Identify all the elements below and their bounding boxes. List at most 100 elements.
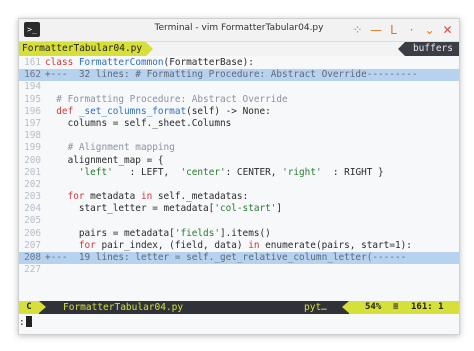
code-token: in xyxy=(140,191,158,203)
cursor xyxy=(25,316,32,327)
line-number: 198 xyxy=(24,130,41,142)
line-code: start_letter = metadata['col-start'] xyxy=(45,203,282,215)
code-token: for xyxy=(45,239,102,251)
code-line[interactable]: 202 xyxy=(19,179,459,191)
code-token: (FormatterBase): xyxy=(163,57,254,68)
window-controls: ⁘ — L · ⌄ ✕ xyxy=(352,21,453,39)
line-code: for pair_index, (field, data) in enumera… xyxy=(45,240,412,252)
line-code: columns = self._sheet.Columns xyxy=(45,117,232,130)
vim-tabline: FormatterTabular04.py buffers xyxy=(19,42,459,56)
code-token: ].items() xyxy=(219,227,271,239)
code-line[interactable]: 200 alignment_map = { xyxy=(19,155,459,167)
code-token: pairs = metadata[ xyxy=(45,227,175,239)
code-line[interactable]: 204 start_letter = metadata['col-start'] xyxy=(19,203,459,215)
code-line[interactable]: 199 # Alignment mapping xyxy=(19,142,459,154)
code-token: pair_index, (field, data) xyxy=(101,239,249,251)
code-token: metadata xyxy=(90,191,141,203)
terminal-window: >_ Terminal - vim FormatterTabular04.py … xyxy=(18,18,460,335)
code-line[interactable]: 195 # Formatting Procedure: Abstract Ove… xyxy=(19,94,459,106)
minimize-icon[interactable]: — xyxy=(370,21,382,39)
code-token: _set_columns_format xyxy=(78,105,187,117)
line-code: alignment_map = { xyxy=(45,155,164,167)
code-token: 'left' xyxy=(78,166,113,178)
status-cursor-position: 161: 1 xyxy=(411,302,444,312)
code-line[interactable]: 206 pairs = metadata['fields'].items() xyxy=(19,228,459,240)
maximize-icon[interactable]: L xyxy=(388,21,399,39)
line-number: 227 xyxy=(24,264,41,276)
line-code: +--- 32 lines: # Formatting Procedure: A… xyxy=(45,69,418,81)
code-token: (self) -> None: xyxy=(186,105,271,117)
mode-indicator: C xyxy=(19,301,46,314)
code-line[interactable]: 194 xyxy=(19,81,459,93)
code-line[interactable]: 207 for pair_index, (field, data) in enu… xyxy=(19,240,459,252)
line-number: 203 xyxy=(24,191,41,203)
code-line[interactable]: 205 xyxy=(19,215,459,227)
line-code: class FormatterCommon(FormatterBase): xyxy=(45,57,254,69)
line-code: +--- 19 lines: letter = self._get_relati… xyxy=(45,252,406,264)
code-token: 'fields' xyxy=(174,227,220,239)
command-text: : xyxy=(19,317,25,328)
code-token: : CENTER, xyxy=(225,166,283,178)
line-number: 202 xyxy=(24,178,41,190)
code-line[interactable]: 196 def _set_columns_format(self) -> Non… xyxy=(19,106,459,118)
line-number: 195 xyxy=(24,93,41,105)
code-line[interactable]: 197 columns = self._sheet.Columns xyxy=(19,118,459,130)
folded-line[interactable]: 208 +--- 19 lines: letter = self._get_rel… xyxy=(19,252,459,265)
line-code: pairs = metadata['fields'].items() xyxy=(45,228,271,240)
code-line[interactable]: 161 class FormatterCommon(FormatterBase): xyxy=(19,57,459,69)
code-token: columns = self._sheet.Columns xyxy=(45,117,232,129)
code-token: in xyxy=(248,239,266,251)
code-token: class xyxy=(45,57,79,68)
line-number: 206 xyxy=(24,227,41,239)
line-code: # Formatting Procedure: Abstract Overrid… xyxy=(45,93,288,106)
code-line[interactable]: 203 for metadata in self._metadatas: xyxy=(19,191,459,203)
line-number: 162 xyxy=(24,69,41,81)
line-number: 207 xyxy=(24,239,41,251)
line-number: 199 xyxy=(24,142,41,154)
code-token: ] xyxy=(276,203,283,215)
line-number: 208 xyxy=(24,252,41,263)
shade-icon[interactable]: · xyxy=(406,21,417,39)
code-editor[interactable]: 161 class FormatterCommon(FormatterBase):… xyxy=(19,57,459,276)
code-token: 'center' xyxy=(180,166,226,178)
code-token: 'col-start' xyxy=(214,203,277,215)
code-token: : RIGHT } xyxy=(321,166,384,178)
line-code: 'left' : LEFT, 'center': CENTER, 'right'… xyxy=(45,167,384,179)
line-number: 196 xyxy=(24,105,41,117)
close-icon[interactable]: ✕ xyxy=(442,21,453,39)
code-token: # Formatting Procedure: Abstract Overrid… xyxy=(45,93,288,105)
buffers-label: buffers xyxy=(397,42,459,56)
command-line[interactable]: : xyxy=(19,316,459,330)
folded-line[interactable]: 162 +--- 32 lines: # Formatting Procedure… xyxy=(19,69,459,82)
vim-statusline: C FormatterTabular04.py pyt… 54% ≡ 161: … xyxy=(19,301,459,314)
line-number: 194 xyxy=(24,81,41,93)
status-position: 54% ≡ 161: 1 xyxy=(342,301,459,314)
code-line[interactable]: 198 xyxy=(19,130,459,142)
code-token: self._metadatas: xyxy=(157,191,249,203)
code-token: alignment_map = { xyxy=(45,154,164,166)
line-number: 205 xyxy=(24,215,41,227)
line-number: 201 xyxy=(24,166,41,178)
status-filename: FormatterTabular04.py xyxy=(63,302,184,313)
title-bar: >_ Terminal - vim FormatterTabular04.py … xyxy=(19,19,459,42)
code-token: enumerate(pairs, start=1): xyxy=(265,239,412,251)
tab-active-file[interactable]: FormatterTabular04.py xyxy=(19,42,154,56)
line-code: def _set_columns_format(self) -> None: xyxy=(45,106,271,118)
status-percent: 54% xyxy=(365,302,382,312)
code-token: start_letter = metadata[ xyxy=(45,203,215,215)
line-code: for metadata in self._metadatas: xyxy=(45,191,249,203)
code-line[interactable]: 201 'left' : LEFT, 'center': CENTER, 'ri… xyxy=(19,167,459,179)
status-filetype: pyt… xyxy=(304,302,327,313)
code-token: +--- 32 lines: # Formatting Procedure: A… xyxy=(45,69,418,81)
line-number: 200 xyxy=(24,154,41,166)
pin-icon[interactable]: ⁘ xyxy=(352,21,363,39)
unmaximize-icon[interactable]: ⌄ xyxy=(424,21,435,39)
line-number: 197 xyxy=(24,117,41,129)
code-token: 'right' xyxy=(282,166,322,178)
code-line[interactable]: 227 xyxy=(19,264,459,276)
code-token: +--- 19 lines: letter = self._get_relati… xyxy=(45,252,407,263)
status-separator-icon: ≡ xyxy=(393,302,399,312)
code-token: for xyxy=(45,191,91,203)
line-number: 204 xyxy=(24,203,41,215)
